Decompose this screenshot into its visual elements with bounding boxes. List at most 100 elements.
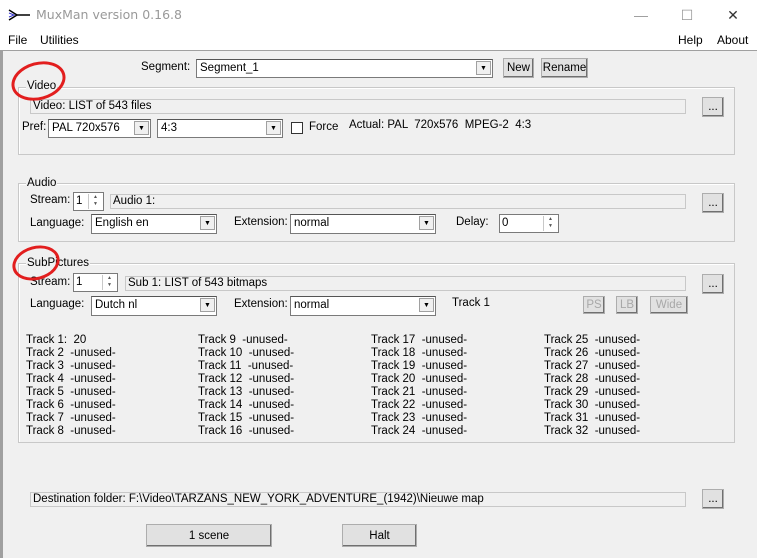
track-entry: Track 23 -unused- — [371, 412, 468, 424]
track-entry: Track 24 -unused- — [371, 425, 468, 437]
spinner-arrows-icon[interactable]: ▲ ▼ — [102, 275, 116, 290]
video-browse-button[interactable]: ... — [702, 97, 724, 117]
force-checkbox[interactable] — [291, 122, 303, 134]
destination-field: Destination folder: F:\Video\TARZANS_NEW… — [30, 492, 686, 507]
sub-language-value: Dutch nl — [95, 299, 138, 311]
ps-button[interactable]: PS — [583, 296, 605, 314]
spinner-arrows-icon[interactable]: ▲ ▼ — [88, 194, 102, 209]
sub-stream-spinner[interactable]: 1 ▲ ▼ — [73, 273, 118, 292]
new-button[interactable]: New — [503, 58, 534, 78]
track-entry: Track 12 -unused- — [198, 373, 295, 385]
sub-language-combo[interactable]: Dutch nl ▼ — [91, 296, 217, 316]
sub-extension-value: normal — [294, 299, 330, 311]
track-entry: Track 21 -unused- — [371, 386, 468, 398]
segment-combo[interactable]: Segment_1 ▼ — [196, 59, 493, 78]
rename-button[interactable]: Rename — [541, 58, 588, 78]
track-entry: Track 30 -unused- — [544, 399, 641, 411]
sub-extension-label: Extension: — [234, 298, 288, 310]
track-entry: Track 11 -unused- — [198, 360, 294, 372]
track-entry: Track 2 -unused- — [26, 347, 116, 359]
track-entry: Track 27 -unused- — [544, 360, 641, 372]
sub-track-label: Track 1 — [452, 297, 490, 309]
track-entry: Track 17 -unused- — [371, 334, 468, 346]
audio-extension-combo[interactable]: normal ▼ — [290, 214, 436, 234]
delay-spinner[interactable]: 0 ▲ ▼ — [499, 214, 559, 233]
menu-file[interactable]: File — [8, 33, 27, 47]
audio-stream-spinner[interactable]: 1 ▲ ▼ — [73, 192, 104, 211]
chevron-down-icon[interactable]: ▼ — [200, 298, 215, 312]
audio-browse-button[interactable]: ... — [702, 193, 724, 213]
menu-utilities[interactable]: Utilities — [40, 33, 79, 47]
track-entry: Track 1: 20 — [26, 334, 87, 346]
actual-format: Actual: PAL 720x576 MPEG-2 4:3 — [349, 119, 532, 131]
one-scene-button[interactable]: 1 scene — [146, 524, 272, 547]
track-entry: Track 5 -unused- — [26, 386, 116, 398]
audio-info-field: Audio 1: — [110, 194, 686, 209]
audio-language-combo[interactable]: English en ▼ — [91, 214, 217, 234]
segment-label: Segment: — [141, 61, 191, 73]
delay-value: 0 — [502, 217, 509, 229]
sub-stream-value: 1 — [76, 276, 83, 288]
delay-label: Delay: — [456, 216, 489, 228]
audio-extension-label: Extension: — [234, 216, 288, 228]
app-icon — [8, 9, 30, 21]
sub-language-label: Language: — [30, 298, 85, 310]
minimize-button[interactable]: — — [618, 0, 664, 30]
pref-combo[interactable]: PAL 720x576 ▼ — [48, 119, 151, 138]
track-entry: Track 25 -unused- — [544, 334, 641, 346]
track-entry: Track 15 -unused- — [198, 412, 295, 424]
close-button[interactable]: ✕ — [710, 0, 756, 30]
chevron-down-icon[interactable]: ▼ — [200, 216, 215, 230]
pref-label: Pref: — [22, 121, 47, 133]
track-entry: Track 13 -unused- — [198, 386, 295, 398]
chevron-down-icon[interactable]: ▼ — [419, 216, 434, 230]
chevron-down-icon[interactable]: ▼ — [476, 61, 491, 75]
chevron-down-icon[interactable]: ▼ — [134, 121, 149, 135]
sub-info-field: Sub 1: LIST of 543 bitmaps — [125, 276, 686, 291]
audio-stream-label: Stream: — [30, 194, 71, 206]
chevron-down-icon[interactable]: ▼ — [266, 121, 281, 135]
track-entry: Track 9 -unused- — [198, 334, 288, 346]
track-entry: Track 29 -unused- — [544, 386, 641, 398]
track-entry: Track 3 -unused- — [26, 360, 116, 372]
track-entry: Track 31 -unused- — [544, 412, 641, 424]
track-entry: Track 10 -unused- — [198, 347, 295, 359]
track-entry: Track 7 -unused- — [26, 412, 116, 424]
audio-stream-value: 1 — [76, 195, 83, 207]
segment-value: Segment_1 — [200, 62, 259, 74]
pref-value: PAL 720x576 — [52, 122, 120, 134]
track-entry: Track 20 -unused- — [371, 373, 468, 385]
track-entry: Track 8 -unused- — [26, 425, 116, 437]
menu-bar — [0, 30, 757, 50]
force-label: Force — [309, 121, 339, 133]
sub-browse-button[interactable]: ... — [702, 274, 724, 294]
audio-group-label: Audio — [26, 177, 58, 189]
audio-language-value: English en — [95, 217, 149, 229]
menu-help[interactable]: Help — [678, 33, 703, 47]
maximize-button[interactable]: ☐ — [664, 0, 710, 30]
audio-language-label: Language: — [30, 217, 85, 229]
window-title: MuxMan version 0.16.8 — [36, 7, 182, 22]
wide-button[interactable]: Wide — [650, 296, 688, 314]
lb-button[interactable]: LB — [616, 296, 638, 314]
destination-browse-button[interactable]: ... — [702, 489, 724, 509]
audio-extension-value: normal — [294, 217, 330, 229]
sub-extension-combo[interactable]: normal ▼ — [290, 296, 436, 316]
track-entry: Track 6 -unused- — [26, 399, 116, 411]
track-entry: Track 32 -unused- — [544, 425, 641, 437]
track-entry: Track 26 -unused- — [544, 347, 641, 359]
track-entry: Track 19 -unused- — [371, 360, 468, 372]
chevron-down-icon[interactable]: ▼ — [419, 298, 434, 312]
track-entry: Track 28 -unused- — [544, 373, 641, 385]
track-entry: Track 4 -unused- — [26, 373, 116, 385]
video-info-field: Video: LIST of 543 files — [30, 99, 686, 114]
aspect-value: 4:3 — [161, 122, 177, 134]
track-entry: Track 14 -unused- — [198, 399, 295, 411]
spinner-arrows-icon[interactable]: ▲ ▼ — [543, 216, 557, 231]
halt-button[interactable]: Halt — [342, 524, 417, 547]
track-entry: Track 16 -unused- — [198, 425, 295, 437]
aspect-combo[interactable]: 4:3 ▼ — [157, 119, 283, 138]
track-entry: Track 22 -unused- — [371, 399, 468, 411]
menu-about[interactable]: About — [717, 33, 748, 47]
track-entry: Track 18 -unused- — [371, 347, 468, 359]
